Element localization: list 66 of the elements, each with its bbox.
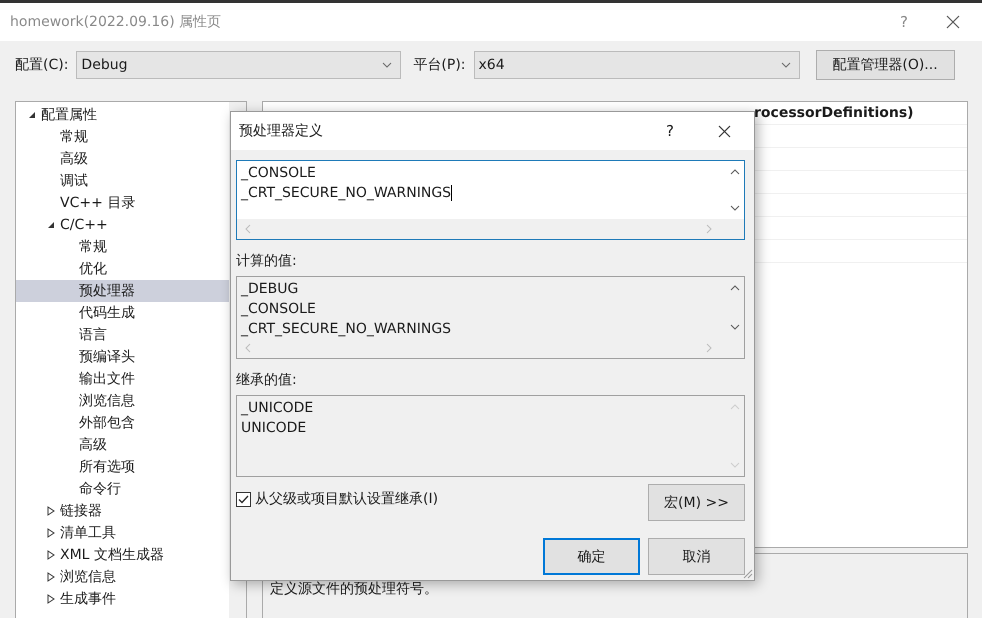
window-title: homework(2022.09.16) 属性页 <box>10 13 222 31</box>
collapsed-triangle-icon[interactable] <box>47 594 55 604</box>
collapsed-triangle-icon[interactable] <box>47 506 55 516</box>
ok-button[interactable]: 确定 <box>543 538 640 575</box>
definition-line: _CONSOLE <box>241 164 317 183</box>
help-button[interactable]: ? <box>666 122 674 140</box>
property-value: rocessorDefinitions) <box>754 104 914 123</box>
tree-item[interactable]: 浏览信息 <box>16 566 229 588</box>
inherit-checkbox[interactable]: 从父级或项目默认设置继承(I) <box>236 490 438 508</box>
tree-item[interactable]: VC++ 目录 <box>16 192 229 214</box>
definition-line: _CRT_SECURE_NO_WARNINGS <box>241 184 454 203</box>
tree-item[interactable]: 生成事件 <box>16 588 229 610</box>
tree-item[interactable]: 语言 <box>16 324 229 346</box>
scroll-up-icon[interactable] <box>730 285 740 291</box>
computed-value-line: _CRT_SECURE_NO_WARNINGS <box>241 320 452 339</box>
scroll-down-icon[interactable] <box>730 205 740 211</box>
scroll-down-icon[interactable] <box>730 324 740 330</box>
tree-item[interactable]: 所有选项 <box>16 456 229 478</box>
config-dropdown[interactable]: Debug <box>76 51 402 79</box>
config-manager-button[interactable]: 配置管理器(O)... <box>816 50 955 80</box>
inherited-value-line: _UNICODE <box>241 399 314 418</box>
tree-item[interactable]: 预编译头 <box>16 346 229 368</box>
expanded-triangle-icon[interactable] <box>28 111 36 119</box>
description-text: 定义源文件的预处理符号。 <box>270 581 438 597</box>
checkbox[interactable] <box>236 492 251 506</box>
collapsed-triangle-icon[interactable] <box>47 550 55 560</box>
tree-item[interactable]: 常规 <box>16 126 229 148</box>
tree-item[interactable]: 外部包含 <box>16 412 229 434</box>
tree-item[interactable]: 高级 <box>16 148 229 170</box>
tree-item[interactable]: 预处理器 <box>16 280 229 302</box>
tree-item[interactable]: 浏览信息 <box>16 390 229 412</box>
chevron-down-icon <box>780 62 791 68</box>
platform-label: 平台(P): <box>413 56 466 74</box>
config-label: 配置(C): <box>15 56 68 74</box>
tree-item[interactable]: 高级 <box>16 434 229 456</box>
tree-item[interactable]: 输出文件 <box>16 368 229 390</box>
help-button[interactable]: ? <box>900 13 908 31</box>
tree-item[interactable]: C/C++ <box>16 214 229 236</box>
tree-item[interactable]: 命令行 <box>16 478 229 500</box>
collapsed-triangle-icon[interactable] <box>47 572 55 582</box>
tree-item[interactable]: 链接器 <box>16 500 229 522</box>
close-icon[interactable] <box>946 15 960 29</box>
inherited-value-line: UNICODE <box>241 419 308 438</box>
computed-value-line: _DEBUG <box>241 280 300 299</box>
checkmark-icon <box>238 494 249 504</box>
tree-item[interactable]: 优化 <box>16 258 229 280</box>
scroll-up-icon[interactable] <box>730 169 740 175</box>
cancel-button[interactable]: 取消 <box>648 538 745 575</box>
expanded-triangle-icon[interactable] <box>47 221 55 229</box>
macros-button[interactable]: 宏(M) >> <box>648 484 745 521</box>
tree-item[interactable]: 配置属性 <box>16 104 229 126</box>
computed-values-label: 计算的值: <box>236 252 298 270</box>
dialog-title: 预处理器定义 <box>239 122 324 140</box>
platform-dropdown[interactable]: x64 <box>474 51 800 79</box>
resize-grip-icon[interactable] <box>743 569 753 579</box>
chevron-down-icon <box>382 62 392 68</box>
collapsed-triangle-icon[interactable] <box>47 528 55 538</box>
tree-item[interactable]: 清单工具 <box>16 522 229 544</box>
tree-item[interactable]: 调试 <box>16 170 229 192</box>
inherited-values-label: 继承的值: <box>236 371 298 389</box>
tree-item[interactable]: 常规 <box>16 236 229 258</box>
close-icon[interactable] <box>718 124 731 138</box>
computed-value-line: _CONSOLE <box>241 300 317 319</box>
tree-item[interactable]: XML 文档生成器 <box>16 544 229 566</box>
definitions-input-field[interactable]: _CONSOLE _CRT_SECURE_NO_WARNINGS <box>236 160 745 240</box>
tree-item[interactable]: 代码生成 <box>16 302 229 324</box>
